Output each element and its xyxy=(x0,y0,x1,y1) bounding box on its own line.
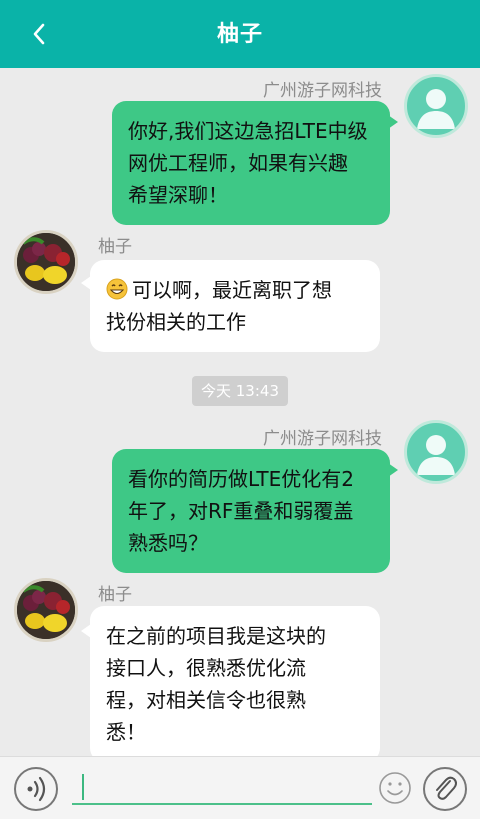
message-bubble[interactable]: 可以啊，最近离职了想 找份相关的工作 xyxy=(90,260,380,352)
message-bubble[interactable]: 看你的简历做LTE优化有2 年了，对RF重叠和弱覆盖 熟悉吗？ xyxy=(112,449,390,573)
message-line: 悉！ xyxy=(106,720,146,744)
message-line: 看你的简历做LTE优化有2 xyxy=(128,467,354,491)
message-line: 熟悉吗？ xyxy=(128,531,208,555)
sender-name: 柚子 xyxy=(98,585,132,605)
avatar[interactable] xyxy=(14,578,78,642)
message-line: 找份相关的工作 xyxy=(106,310,246,334)
message-input[interactable] xyxy=(72,769,372,805)
chat-header: 柚子 xyxy=(0,0,480,68)
sender-name: 广州游子网科技 xyxy=(263,429,382,449)
paperclip-icon[interactable] xyxy=(423,767,467,811)
sender-name: 柚子 xyxy=(98,237,132,257)
message-line: 你好,我们这边急招LTE中级 xyxy=(128,119,368,143)
avatar[interactable] xyxy=(14,230,78,294)
input-bar xyxy=(0,756,480,819)
message-bubble[interactable]: 在之前的项目我是这块的 接口人，很熟悉优化流 程，对相关信令也很熟 悉！ xyxy=(90,606,380,762)
message-line: 接口人，很熟悉优化流 xyxy=(106,656,306,680)
message-line: 程，对相关信令也很熟 xyxy=(106,688,306,712)
message-line: 希望深聊！ xyxy=(128,183,228,207)
message-line: 可以啊，最近离职了想 xyxy=(132,278,332,302)
message-bubble[interactable]: 你好,我们这边急招LTE中级 网优工程师，如果有兴趣 希望深聊！ xyxy=(112,101,390,225)
sender-name: 广州游子网科技 xyxy=(263,81,382,101)
message-list[interactable]: 广州游子网科技 你好,我们这边急招LTE中级 网优工程师，如果有兴趣 希望深聊！… xyxy=(0,68,480,762)
timestamp-badge: 今天 13:43 xyxy=(192,376,288,406)
message-line: 在之前的项目我是这块的 xyxy=(106,624,326,648)
page-title: 柚子 xyxy=(216,22,263,47)
avatar[interactable] xyxy=(404,74,468,138)
message-line: 年了，对RF重叠和弱覆盖 xyxy=(128,499,354,523)
grin-emoji-icon xyxy=(106,277,128,300)
smiley-icon[interactable] xyxy=(378,771,412,805)
voice-icon[interactable] xyxy=(14,767,58,811)
message-line: 网优工程师，如果有兴趣 xyxy=(128,151,348,175)
avatar[interactable] xyxy=(404,420,468,484)
text-cursor xyxy=(82,774,84,800)
